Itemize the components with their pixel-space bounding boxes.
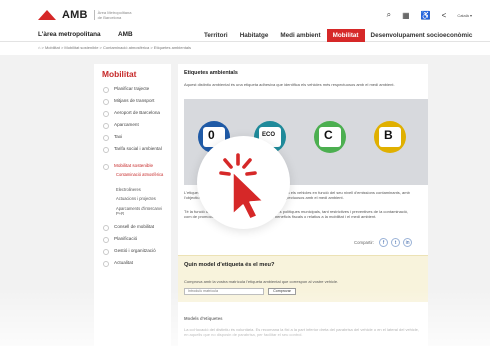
linkedin-icon[interactable]: in <box>403 238 413 247</box>
sidebar-title: Mobilitat <box>102 69 137 79</box>
sticker-c-label: C <box>324 128 333 142</box>
nav-item-habitatge[interactable]: Habitatge <box>234 29 275 42</box>
circle-icon <box>103 249 109 255</box>
search-icon[interactable]: ⌕ <box>387 10 391 20</box>
circle-icon <box>103 123 109 129</box>
sidebar-item-taxi[interactable]: Taxi <box>103 134 170 143</box>
sidebar-item-tarifa[interactable]: Tarifa social i ambiental <box>103 146 170 155</box>
site-brand[interactable]: L'àrea metropolitana <box>38 31 101 38</box>
circle-icon <box>103 225 109 231</box>
intro-text: Aquest distintiu ambiental és una etique… <box>184 82 395 87</box>
logo-text: AMB <box>62 9 88 21</box>
quiz-title: Quin model d'etiqueta és el meu? <box>184 262 275 268</box>
sidebar-item-actualitat[interactable]: Actualitat <box>103 260 170 269</box>
sidebar-subitem-actuacions[interactable]: Actuacions i projectes <box>116 196 166 201</box>
amb-logo-icon <box>38 10 60 20</box>
sidebar-item-planificacio[interactable]: Planificació <box>103 236 170 245</box>
circle-icon <box>103 111 109 117</box>
sidebar-item-gestio[interactable]: Gestió i organització <box>103 248 170 257</box>
circle-icon <box>103 99 109 105</box>
nav-item-desenvolupament[interactable]: Desenvolupament socioeconòmic <box>365 29 479 42</box>
main-navbar: L'àrea metropolitana AMB Territori Habit… <box>0 29 490 42</box>
amb-logo[interactable]: AMB Àrea Metropolitana de Barcelona <box>38 9 136 21</box>
circle-icon <box>103 87 109 93</box>
breadcrumb[interactable]: ⌂ > Mobilitat > Mobilitat sostenible > C… <box>38 45 191 50</box>
sticker-b: B <box>374 121 406 153</box>
sticker-b-label: B <box>384 128 393 142</box>
nav-item-territori[interactable]: Territori <box>198 29 234 42</box>
logo-subtitle: Àrea Metropolitana de Barcelona <box>93 10 136 20</box>
sidebar-item-aeroport[interactable]: Aeroport de Barcelona <box>103 110 170 119</box>
accessibility-icon[interactable]: ♿ <box>421 11 431 20</box>
facebook-icon[interactable]: f <box>379 238 389 247</box>
share-icon[interactable]: < <box>442 11 447 20</box>
quiz-text: Comprova amb la vostra matrícula l'etiqu… <box>184 279 339 284</box>
sidebar-subitem-electrolineres[interactable]: Electrolineres <box>116 187 166 192</box>
sidebar-item-aparcament[interactable]: Aparcament <box>103 122 170 131</box>
sticker-c: C <box>314 121 346 153</box>
header-tools: ⌕ ▦ ♿ < Català ▾ <box>387 10 472 20</box>
bottom-fade <box>0 290 490 346</box>
sidebar-subitem-aparcaments[interactable]: Aparcaments d'intercanvi P+R <box>116 206 166 216</box>
circle-icon <box>103 135 109 141</box>
circle-icon <box>103 164 109 170</box>
language-selector[interactable]: Català ▾ <box>457 13 472 18</box>
main-nav: Territori Habitatge Medi ambient Mobilit… <box>198 29 478 42</box>
sidebar-item-consell[interactable]: Consell de mobilitat <box>103 224 170 233</box>
nav-item-mobilitat[interactable]: Mobilitat <box>326 29 365 42</box>
share-label: Compartir: <box>354 240 375 245</box>
sidebar-item-mobilitat-sostenible[interactable]: Mobilitat sostenible <box>103 163 170 172</box>
circle-icon <box>103 147 109 153</box>
page-title: Etiquetes ambientals <box>184 70 238 76</box>
nav-item-medi-ambient[interactable]: Medi ambient <box>274 29 326 42</box>
circle-icon <box>103 261 109 267</box>
sidebar-item-planificar[interactable]: Planificar trajecte <box>103 86 170 95</box>
circle-icon <box>103 237 109 243</box>
top-bar: AMB Àrea Metropolitana de Barcelona ⌕ ▦ … <box>0 0 490 29</box>
site-brand-short[interactable]: AMB <box>118 31 133 38</box>
click-badge <box>197 136 290 229</box>
twitter-icon[interactable]: t <box>391 238 401 247</box>
share-bar: Compartir: f t in <box>354 238 413 247</box>
click-cursor-icon <box>219 153 264 220</box>
grid-icon[interactable]: ▦ <box>402 11 410 20</box>
sidebar-item-mitjans[interactable]: Mitjans de transport <box>103 98 170 107</box>
sidebar-subitem-contaminacio[interactable]: Contaminació atmosfèrica <box>116 172 166 177</box>
